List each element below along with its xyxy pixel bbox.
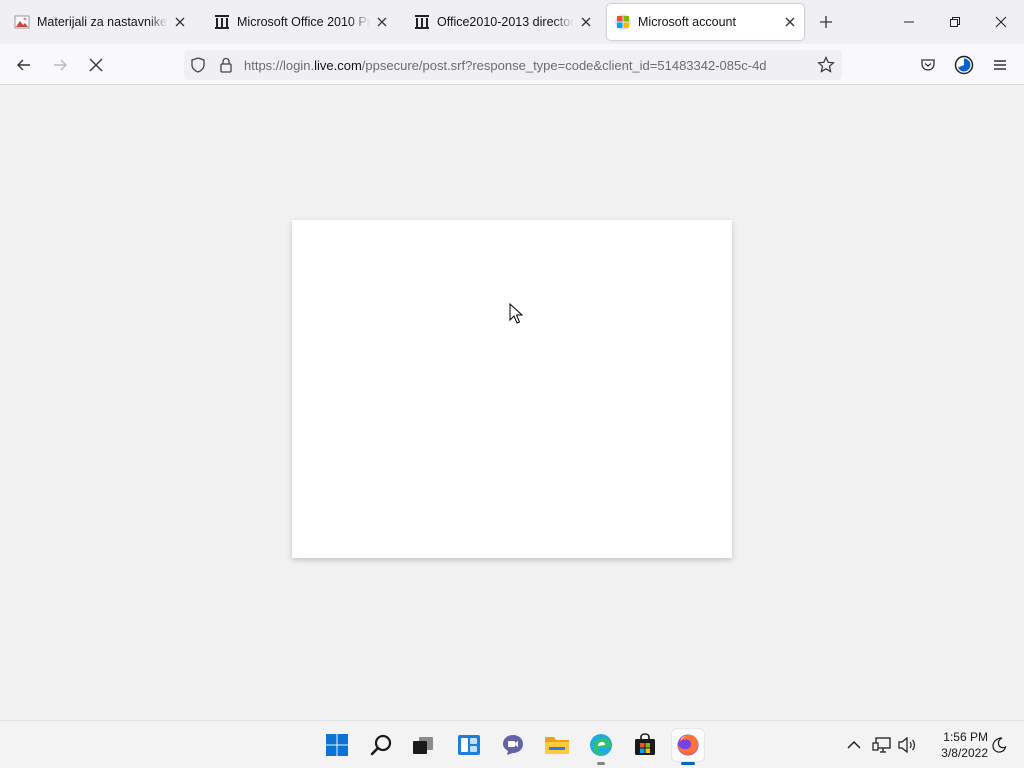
archive-library-icon <box>414 14 430 30</box>
taskbar: 1:56 PM 3/8/2022 <box>0 720 1024 768</box>
tab-title: Microsoft account <box>638 15 736 29</box>
tab-strip: Materijali za nastavnike - 6. Microsoft … <box>0 0 1024 44</box>
store-icon[interactable] <box>629 729 661 761</box>
navigation-toolbar: https://login.live.com/ppsecure/post.srf… <box>0 44 1024 85</box>
close-icon <box>995 16 1007 28</box>
close-window-button[interactable] <box>978 0 1024 44</box>
url-text[interactable]: https://login.live.com/ppsecure/post.srf… <box>244 58 806 73</box>
widgets-icon[interactable] <box>453 729 485 761</box>
tab-office-2010-professional[interactable]: Microsoft Office 2010 Profe <box>206 4 396 40</box>
tab-microsoft-account[interactable]: Microsoft account <box>607 4 804 40</box>
restore-icon <box>950 17 960 27</box>
close-tab-icon[interactable] <box>782 14 798 30</box>
focus-assist-moon-icon[interactable] <box>988 733 1010 757</box>
new-tab-button[interactable] <box>814 10 838 34</box>
tab-title: Materijali za nastavnike - 6. <box>37 15 168 29</box>
lock-icon[interactable] <box>216 55 236 75</box>
account-button[interactable] <box>951 52 977 78</box>
stop-loading-button[interactable] <box>83 52 109 78</box>
stop-icon <box>89 58 103 72</box>
chevron-up-icon <box>847 741 861 749</box>
arrow-right-icon <box>54 59 67 71</box>
close-tab-icon[interactable] <box>374 14 390 30</box>
microsoft-logo-icon <box>615 14 631 30</box>
url-bar[interactable]: https://login.live.com/ppsecure/post.srf… <box>184 50 842 80</box>
bookmark-star-button[interactable] <box>816 55 836 75</box>
mouse-cursor-icon <box>509 302 524 329</box>
clock-date: 3/8/2022 <box>941 746 988 760</box>
start-icon[interactable] <box>321 729 353 761</box>
tab-materijali[interactable]: Materijali za nastavnike - 6. <box>6 4 194 40</box>
sign-in-card <box>292 220 732 558</box>
pocket-icon <box>921 59 935 71</box>
shield-icon[interactable] <box>188 55 208 75</box>
image-icon <box>14 14 30 30</box>
url-path: /ppsecure/post.srf?response_type=code&cl… <box>361 57 767 73</box>
url-prefix: https://login. <box>244 57 315 73</box>
minimize-button[interactable] <box>886 0 932 44</box>
search-icon[interactable] <box>365 729 397 761</box>
arrow-left-icon <box>17 59 30 71</box>
edge-icon[interactable] <box>585 729 617 765</box>
star-icon <box>817 56 835 73</box>
tab-title: Microsoft Office 2010 Profe <box>237 15 370 29</box>
tab-office-directory[interactable]: Office2010-2013 directory li <box>406 4 600 40</box>
back-button[interactable] <box>11 52 37 78</box>
system-clock[interactable]: 1:56 PM 3/8/2022 <box>924 729 988 761</box>
url-domain: live.com <box>314 57 362 73</box>
task-view-icon[interactable] <box>407 729 439 761</box>
forward-button[interactable] <box>47 52 73 78</box>
plus-icon <box>820 16 832 28</box>
volume-icon[interactable] <box>896 733 918 757</box>
close-tab-icon[interactable] <box>172 14 188 30</box>
show-hidden-icons-button[interactable] <box>843 733 865 757</box>
file-explorer-icon[interactable] <box>541 729 573 761</box>
pocket-button[interactable] <box>915 52 941 78</box>
hamburger-menu-icon <box>994 60 1006 70</box>
minimize-icon <box>904 21 914 23</box>
firefox-icon[interactable] <box>672 729 704 765</box>
teams-chat-icon[interactable] <box>497 729 529 761</box>
archive-library-icon <box>214 14 230 30</box>
close-tab-icon[interactable] <box>578 14 594 30</box>
tab-title: Office2010-2013 directory li <box>437 15 574 29</box>
page-content <box>0 85 1024 720</box>
clock-time: 1:56 PM <box>943 730 988 744</box>
restore-button[interactable] <box>932 0 978 44</box>
account-sync-icon <box>954 55 974 75</box>
app-menu-button[interactable] <box>987 52 1013 78</box>
network-icon[interactable] <box>871 733 893 757</box>
